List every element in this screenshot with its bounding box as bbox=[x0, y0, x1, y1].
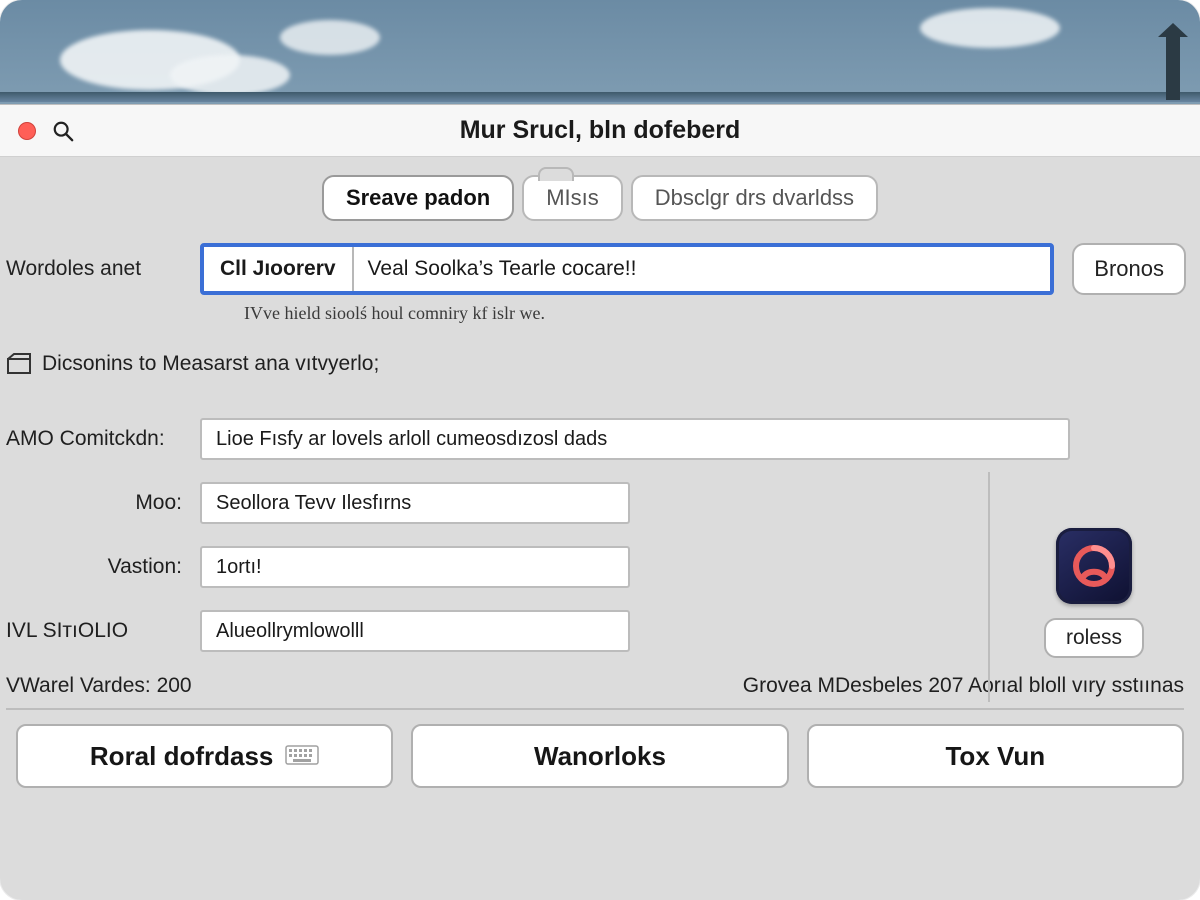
wanorloks-button[interactable]: Wanorloks bbox=[411, 724, 788, 788]
stats-bar: VWarel Vardes: 200 Grovea MDesbeles 207 … bbox=[6, 674, 1184, 710]
form: AMO Comitckdn: Lioe Fısfy ar lovels arlo… bbox=[0, 418, 1200, 652]
vastion-field[interactable]: 1ortı! bbox=[200, 546, 630, 588]
address-segment[interactable]: Cll Jıoorerv bbox=[204, 247, 354, 291]
box-icon bbox=[6, 353, 32, 375]
address-bar[interactable]: Cll Jıoorerv Veal Soolka’s Tearle cocare… bbox=[200, 243, 1054, 295]
stats-right: Grovea MDesbeles 207 Aorıal bloll vıry s… bbox=[743, 674, 1184, 698]
window-title: Mur Srucl, bln dofeberd bbox=[0, 116, 1200, 145]
address-caption: IVve hield sioolś houl comniry kf islr w… bbox=[244, 303, 1200, 324]
address-label: Wordoles anet bbox=[0, 243, 200, 295]
notice-text: Dicsonins to Measarst ana vıtvyerlo; bbox=[42, 352, 379, 376]
studio-label: IVL SIтıOLIO bbox=[0, 619, 200, 643]
stats-left-label: VWarel Vardes: bbox=[6, 674, 151, 697]
vastion-label: Vastion: bbox=[0, 555, 200, 579]
roral-dofrdass-label: Roral dofrdass bbox=[90, 741, 274, 772]
app-icon[interactable] bbox=[1056, 528, 1132, 604]
comickdn-field[interactable]: Lioe Fısfy ar lovels arloll cumeosdızosl… bbox=[200, 418, 1070, 460]
close-window-button[interactable] bbox=[18, 122, 36, 140]
tab-misis[interactable]: MIsıs bbox=[522, 175, 623, 221]
roless-button[interactable]: roless bbox=[1044, 618, 1144, 658]
notice-row: Dicsonins to Measarst ana vıtvyerlo; bbox=[6, 352, 1200, 376]
tab-dbsclgr[interactable]: Dbsclgr drs dvarldss bbox=[631, 175, 878, 221]
tox-vun-button[interactable]: Tox Vun bbox=[807, 724, 1184, 788]
moo-field[interactable]: Seollora Tevv Ilesfırns bbox=[200, 482, 630, 524]
moo-label: Moo: bbox=[0, 491, 200, 515]
wanorloks-label: Wanorloks bbox=[534, 741, 666, 772]
bronos-button[interactable]: Bronos bbox=[1072, 243, 1186, 295]
bottom-bar: Roral dofrdass Wanorloks Tox Vun bbox=[16, 724, 1184, 788]
search-icon[interactable] bbox=[52, 120, 74, 142]
tabs: Sreave padon MIsıs Dbsclgr drs dvarldss bbox=[0, 175, 1200, 221]
studio-field[interactable]: Alueollrymlowolll bbox=[200, 610, 630, 652]
address-input[interactable]: Veal Soolka’s Tearle cocare!! bbox=[354, 247, 1051, 291]
roral-dofrdass-button[interactable]: Roral dofrdass bbox=[16, 724, 393, 788]
side-panel: roless bbox=[1014, 528, 1174, 658]
tab-sreave-padon[interactable]: Sreave padon bbox=[322, 175, 514, 221]
titlebar: Mur Srucl, bln dofeberd bbox=[0, 105, 1200, 157]
keyboard-icon bbox=[285, 741, 319, 772]
comickdn-label: AMO Comitckdn: bbox=[0, 427, 200, 451]
tox-vun-label: Tox Vun bbox=[945, 741, 1045, 772]
stats-left-value: 200 bbox=[157, 674, 192, 697]
app-window: Mur Srucl, bln dofeberd Sreave padon MIs… bbox=[0, 104, 1200, 900]
